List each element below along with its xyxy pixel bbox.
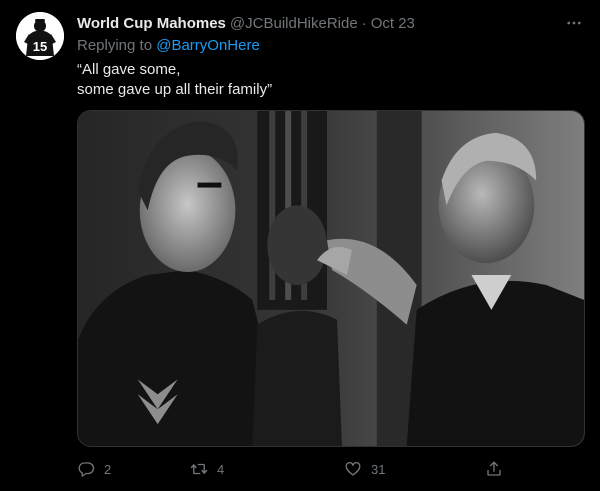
avatar-number: 15 [33, 39, 47, 54]
replying-to: Replying to @BarryOnHere [77, 36, 260, 56]
header-separator: · [361, 15, 367, 32]
retweet-count: 4 [217, 461, 225, 477]
like-count: 31 [371, 461, 386, 477]
reply-count: 2 [104, 461, 112, 477]
like-button[interactable]: 31 [344, 458, 385, 480]
replying-to-label: Replying to [77, 37, 157, 54]
reply-mention-link[interactable]: @BarryOnHere [156, 37, 260, 54]
avatar[interactable]: 15 [16, 12, 64, 60]
tweet-text: “All gave some, some gave up all their f… [77, 60, 272, 100]
more-options-button[interactable] [562, 12, 586, 34]
retweet-icon [190, 463, 208, 475]
share-icon [487, 461, 501, 476]
more-options-icon [567, 21, 581, 25]
share-button[interactable] [485, 458, 503, 480]
tweet-text-line: some gave up all their family” [77, 81, 273, 98]
tweet-actions: 2 4 31 [77, 458, 507, 480]
tweet-date[interactable]: Oct 23 [371, 14, 415, 34]
photo-icon [78, 111, 584, 446]
reply-button[interactable]: 2 [77, 458, 111, 480]
tweet-header: World Cup Mahomes @JCBuildHikeRide · Oct… [77, 14, 550, 34]
reply-icon [78, 462, 95, 477]
user-handle[interactable]: @JCBuildHikeRide [230, 14, 358, 34]
display-name[interactable]: World Cup Mahomes [77, 14, 226, 34]
tweet-media-photo[interactable] [77, 110, 585, 447]
jersey-15-avatar-icon: 15 [16, 12, 64, 60]
heart-icon [345, 461, 361, 476]
tweet[interactable]: 15 World Cup Mahomes @JCBuildHikeRide · … [0, 0, 600, 491]
tweet-text-line: “All gave some, [77, 61, 181, 78]
retweet-button[interactable]: 4 [190, 458, 224, 480]
